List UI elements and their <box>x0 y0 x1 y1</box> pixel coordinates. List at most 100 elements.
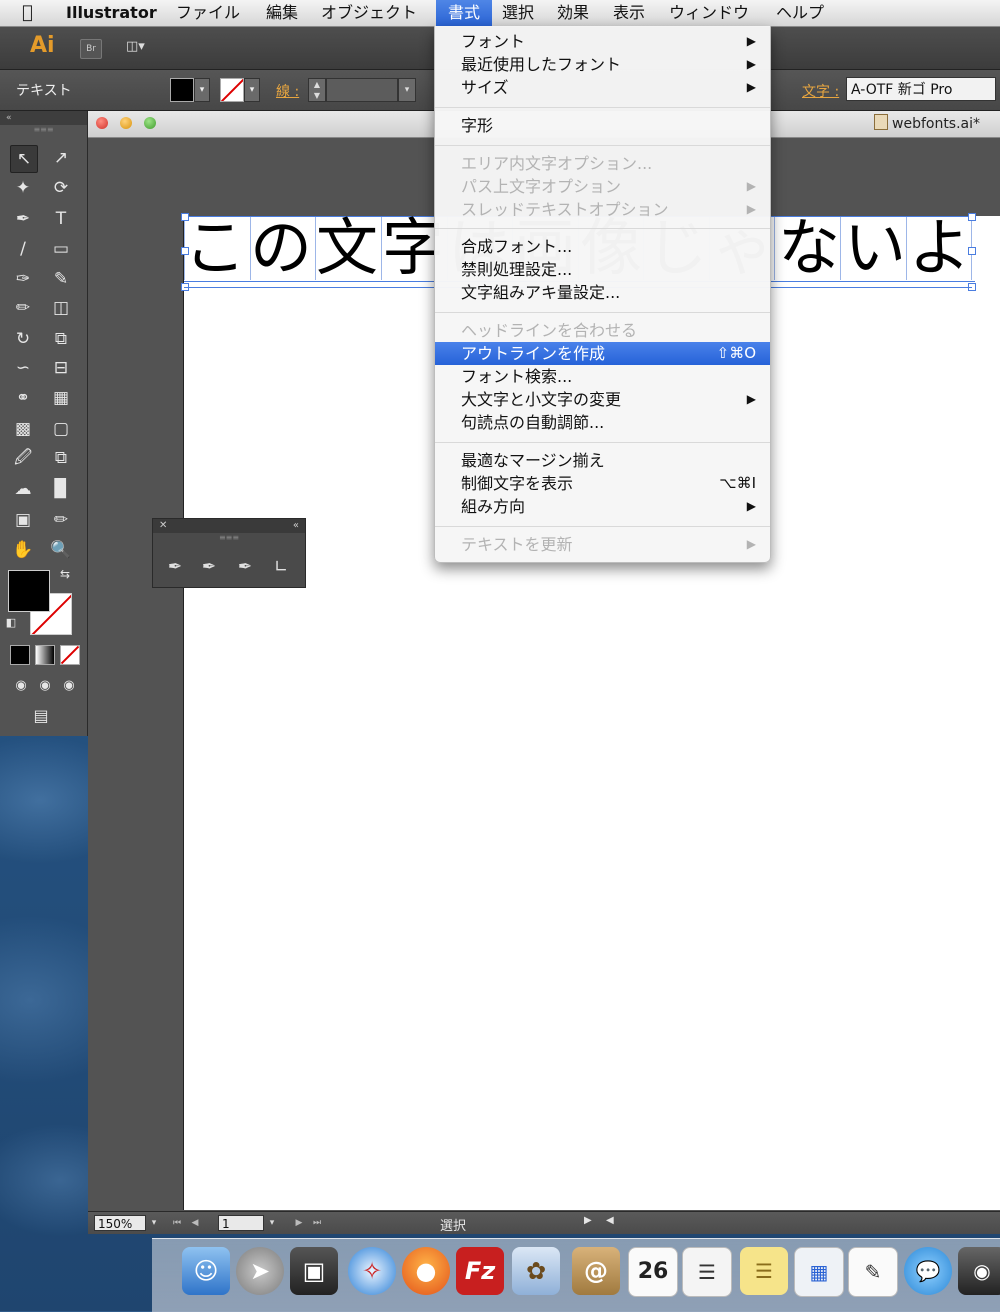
paintbrush-tool-icon[interactable]: ✑ <box>10 266 36 292</box>
selection-handle[interactable] <box>181 247 189 255</box>
gradient-mode-icon[interactable] <box>35 645 55 665</box>
stroke-dropdown-icon[interactable]: ▾ <box>244 78 260 102</box>
contacts-icon[interactable]: @ <box>572 1247 620 1295</box>
add-anchor-point-tool-icon[interactable]: ✒ <box>195 555 223 579</box>
menu-help[interactable]: ヘルプ <box>770 0 830 26</box>
safari-icon[interactable]: ✧ <box>348 1247 396 1295</box>
stroke-swatch[interactable] <box>220 78 244 102</box>
shape-builder-tool-icon[interactable]: ⚭ <box>10 385 36 411</box>
default-fill-stroke-icon[interactable]: ◧ <box>4 616 18 630</box>
menu-item-composite-fonts[interactable]: 合成フォント... <box>435 235 770 258</box>
character-label[interactable]: 文字 : <box>802 81 839 101</box>
screen-mode-icon[interactable]: ▤ <box>28 703 54 729</box>
stroke-weight-field[interactable] <box>326 78 398 102</box>
artboard-tool-icon[interactable]: ▣ <box>10 507 36 533</box>
close-panel-icon[interactable]: ✕ <box>159 519 167 533</box>
draw-behind-icon[interactable]: ◉ <box>32 673 58 699</box>
zoom-window-icon[interactable] <box>144 117 156 129</box>
selection-tool-icon[interactable]: ↖ <box>10 145 38 173</box>
menu-item-show-hidden-characters[interactable]: 制御文字を表示 ⌥⌘I <box>435 472 770 495</box>
artboard-number-field[interactable]: 1 <box>218 1215 264 1231</box>
rectangle-tool-icon[interactable]: ▭ <box>48 236 74 262</box>
color-mode-icon[interactable] <box>10 645 30 665</box>
gradient-tool-icon[interactable]: ▢ <box>48 416 74 442</box>
menu-item-font[interactable]: フォント ▶ <box>435 30 770 53</box>
stroke-weight-label[interactable]: 線 : <box>276 81 299 101</box>
menu-file[interactable]: ファイル <box>170 0 246 26</box>
stroke-stepper[interactable]: ▲ ▼ <box>308 78 326 102</box>
tools-panel-collapse-icon[interactable]: « <box>0 111 87 125</box>
menu-view[interactable]: 表示 <box>607 0 651 26</box>
artboard-dropdown-icon[interactable]: ▾ <box>266 1215 278 1231</box>
menu-select[interactable]: 選択 <box>496 0 540 26</box>
font-family-field[interactable]: A-OTF 新ゴ Pro <box>846 77 996 101</box>
none-mode-icon[interactable] <box>60 645 80 665</box>
slice-tool-icon[interactable]: ✏ <box>48 507 74 533</box>
mesh-tool-icon[interactable]: ▩ <box>10 416 36 442</box>
preview-icon[interactable]: ▦ <box>794 1247 844 1297</box>
next-artboard-icon[interactable]: ▶ <box>292 1215 306 1231</box>
calendar-icon[interactable]: 26 <box>628 1247 678 1297</box>
status-menu-icon[interactable]: ▶ <box>584 1215 592 1226</box>
selection-handle[interactable] <box>968 247 976 255</box>
arrange-documents-icon[interactable]: ◫▾ <box>126 39 160 57</box>
line-tool-icon[interactable]: ∕ <box>10 236 36 262</box>
mail-stamp-icon[interactable]: ✿ <box>512 1247 560 1295</box>
textedit-icon[interactable]: ✎ <box>848 1247 898 1297</box>
draw-normal-icon[interactable]: ◉ <box>8 673 34 699</box>
zoom-dropdown-icon[interactable]: ▾ <box>148 1215 160 1231</box>
lasso-tool-icon[interactable]: ⟳ <box>48 175 74 201</box>
direct-selection-tool-icon[interactable]: ↗ <box>48 145 74 171</box>
pen-panel-grip[interactable]: ≡≡≡ <box>153 533 305 543</box>
collapse-panel-icon[interactable]: « <box>293 519 299 533</box>
reminders-icon[interactable]: ☰ <box>682 1247 732 1297</box>
menu-effect[interactable]: 効果 <box>551 0 595 26</box>
finder-icon[interactable]: ☺ <box>182 1247 230 1295</box>
tools-panel-grip[interactable]: ≡≡≡ <box>0 125 87 135</box>
selection-handle[interactable] <box>968 213 976 221</box>
menu-window[interactable]: ウィンドウ <box>663 0 755 26</box>
type-tool-icon[interactable]: T <box>48 206 74 232</box>
bridge-button[interactable]: Br <box>80 39 102 59</box>
menu-type[interactable]: 書式 <box>436 0 492 26</box>
swap-fill-stroke-icon[interactable]: ⇆ <box>58 567 72 581</box>
menu-item-smart-punctuation[interactable]: 句読点の自動調節... <box>435 411 770 434</box>
free-transform-tool-icon[interactable]: ⊟ <box>48 355 74 381</box>
scale-tool-icon[interactable]: ⧉ <box>48 326 74 352</box>
scroll-left-icon[interactable]: ◀ <box>606 1215 614 1226</box>
last-artboard-icon[interactable]: ⏭ <box>310 1215 324 1231</box>
menu-item-recent-fonts[interactable]: 最近使用したフォント ▶ <box>435 53 770 76</box>
pencil-tool-icon[interactable]: ✎ <box>48 266 74 292</box>
menu-item-find-font[interactable]: フォント検索... <box>435 365 770 388</box>
filezilla-icon[interactable]: Fz <box>456 1247 504 1295</box>
menu-edit[interactable]: 編集 <box>260 0 304 26</box>
menu-item-change-case[interactable]: 大文字と小文字の変更 ▶ <box>435 388 770 411</box>
fill-dropdown-icon[interactable]: ▾ <box>194 78 210 102</box>
delete-anchor-point-tool-icon[interactable]: ✒ <box>231 555 259 579</box>
blob-brush-tool-icon[interactable]: ✏ <box>10 295 36 321</box>
rotate-tool-icon[interactable]: ↻ <box>10 326 36 352</box>
close-window-icon[interactable] <box>96 117 108 129</box>
blend-tool-icon[interactable]: ⧉ <box>48 445 74 471</box>
eraser-tool-icon[interactable]: ◫ <box>48 295 74 321</box>
minimize-window-icon[interactable] <box>120 117 132 129</box>
menu-item-mojikumi-settings[interactable]: 文字組みアキ量設定... <box>435 281 770 304</box>
notes-icon[interactable]: ☰ <box>740 1247 788 1295</box>
menu-item-type-orientation[interactable]: 組み方向 ▶ <box>435 495 770 518</box>
previous-artboard-icon[interactable]: ◀ <box>188 1215 202 1231</box>
firefox-icon[interactable]: ● <box>402 1247 450 1295</box>
magic-wand-tool-icon[interactable]: ✦ <box>10 175 36 201</box>
menu-item-size[interactable]: サイズ ▶ <box>435 76 770 99</box>
column-graph-tool-icon[interactable]: ▉ <box>48 476 74 502</box>
menu-item-kinsoku-settings[interactable]: 禁則処理設定... <box>435 258 770 281</box>
pen-tool-icon[interactable]: ✒ <box>10 206 36 232</box>
stroke-weight-dropdown-icon[interactable]: ▾ <box>398 78 416 102</box>
apple-logo-icon[interactable]:  <box>22 2 33 23</box>
convert-anchor-point-tool-icon[interactable]: ∟ <box>267 555 295 579</box>
app-menu[interactable]: Illustrator <box>60 0 163 26</box>
launchpad-icon[interactable]: ➤ <box>236 1247 284 1295</box>
facetime-icon[interactable]: ◉ <box>958 1247 1000 1295</box>
mission-control-icon[interactable]: ▣ <box>290 1247 338 1295</box>
document-tab[interactable]: webfonts.ai* <box>874 114 980 132</box>
fill-color-swatch[interactable] <box>8 570 50 612</box>
